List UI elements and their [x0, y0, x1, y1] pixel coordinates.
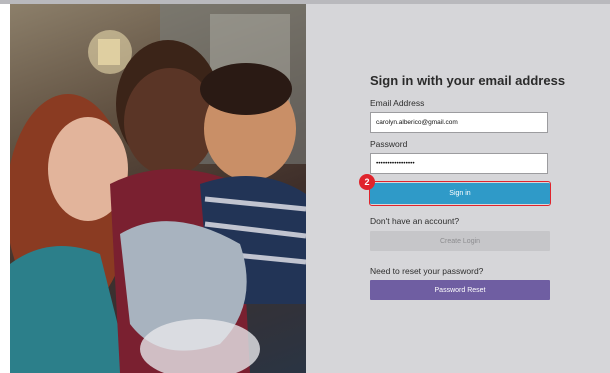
password-field[interactable]: ••••••••••••••••• [370, 153, 548, 174]
sign-in-button[interactable]: Sign in [370, 183, 550, 204]
reset-prompt-text: Need to reset your password? [370, 266, 484, 276]
family-photo-illustration [10, 4, 306, 373]
sign-in-heading: Sign in with your email address [370, 73, 566, 88]
create-login-button[interactable]: Create Login [370, 231, 550, 251]
email-field[interactable]: carolyn.alberico@gmail.com [370, 112, 548, 133]
password-reset-button[interactable]: Password Reset [370, 280, 550, 300]
sign-in-panel: Sign in with your email address Email Ad… [306, 4, 610, 373]
password-label: Password [370, 139, 408, 149]
family-photo [10, 4, 306, 373]
email-label: Email Address [370, 98, 425, 108]
step-number-badge: 2 [359, 174, 375, 190]
no-account-text: Don't have an account? [370, 216, 460, 226]
